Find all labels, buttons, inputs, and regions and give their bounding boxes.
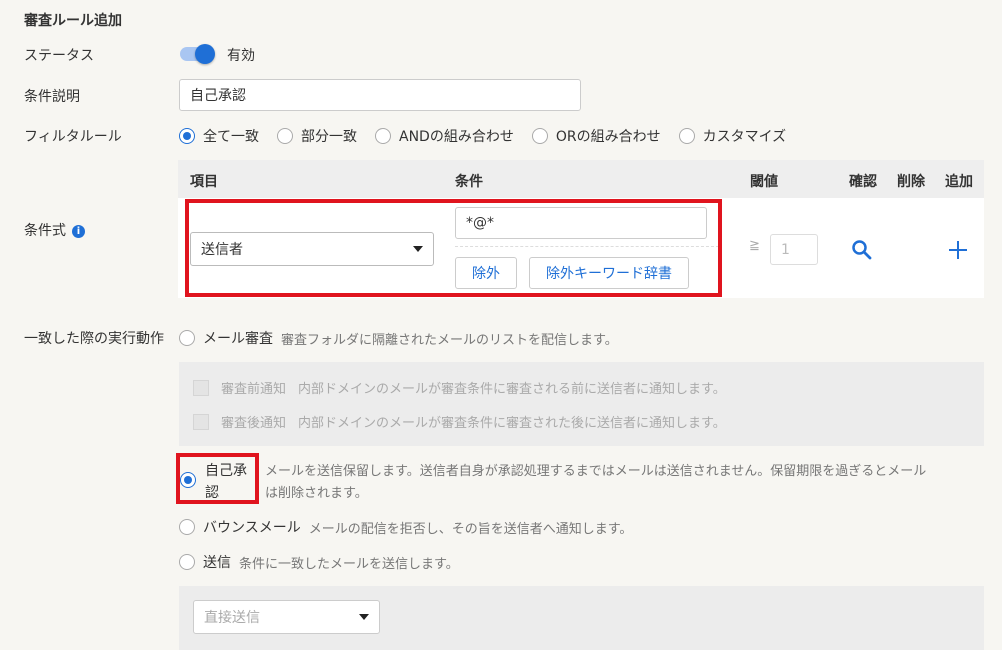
filter-option-custom[interactable]: カスタマイズ (678, 126, 787, 146)
filter-option-label: 全て一致 (203, 129, 259, 145)
mail-review-desc: 審査フォルダに隔離されたメールのリストを配信します。 (281, 332, 618, 348)
radio-icon (179, 519, 195, 535)
pre-notify-title: 審査前通知 (221, 382, 287, 397)
status-value-label: 有効 (227, 48, 255, 64)
self-approve-desc-line1: メールを送信保留します。送信者自身が承認処理するまではメールは送信されません。保… (265, 464, 927, 479)
condition-desc-label: 条件説明 (24, 89, 80, 105)
radio-icon (531, 128, 548, 144)
post-notify-desc: 内部ドメインのメールが審査条件に審査された後に送信者に通知します。 (298, 416, 726, 431)
send-title: 送信 (203, 555, 231, 571)
radio-icon (179, 330, 195, 346)
action-label: 一致した際の実行動作 (24, 331, 164, 347)
status-toggle[interactable] (180, 44, 216, 64)
toggle-knob (195, 44, 215, 64)
send-desc: 条件に一致したメールを送信します。 (239, 556, 459, 572)
header-item: 項目 (190, 174, 218, 190)
expression-label-text: 条件式 (24, 223, 66, 239)
review-rule-form: 審査ルール追加 ステータス 有効 条件説明 自己承認 フィルタルール 全て一致 … (0, 0, 1002, 650)
info-icon[interactable]: i (72, 224, 85, 238)
post-notify-title: 審査後通知 (221, 416, 287, 431)
expression-label: 条件式 i (24, 220, 85, 240)
review-notify-options: 審査前通知 内部ドメインのメールが審査条件に審査される前に送信者に通知します。 … (179, 362, 984, 446)
header-confirm: 確認 (849, 174, 877, 190)
page-title: 審査ルール追加 (24, 13, 122, 29)
filter-option-label: 部分一致 (301, 129, 357, 145)
radio-icon (179, 128, 195, 144)
highlight-box-self-approve (176, 453, 259, 504)
highlight-box-condition-row (185, 199, 722, 297)
filter-option-partial[interactable]: 部分一致 (277, 126, 357, 146)
filter-option-all[interactable]: 全て一致 (179, 126, 259, 146)
chevron-down-icon (359, 614, 369, 620)
radio-icon (375, 128, 391, 144)
plus-icon[interactable] (947, 239, 969, 261)
bounce-desc: メールの配信を拒否し、その旨を送信者へ通知します。 (308, 521, 633, 537)
radio-icon (678, 128, 695, 144)
self-approve-desc: メールを送信保留します。送信者自身が承認処理するまではメールは送信されません。保… (265, 461, 985, 505)
filter-option-label: カスタマイズ (702, 129, 787, 145)
filter-rule-label: フィルタルール (24, 129, 122, 145)
filter-option-label: ORの組み合わせ (555, 129, 661, 145)
send-method-select[interactable]: 直接送信 (193, 600, 380, 634)
condition-desc-value: 自己承認 (190, 88, 246, 104)
header-threshold: 閾値 (750, 174, 778, 190)
expression-table-header: 項目 条件 閾値 確認 削除 追加 (178, 160, 984, 198)
header-add: 追加 (945, 174, 973, 190)
pre-notify-option[interactable]: 審査前通知 内部ドメインのメールが審査条件に審査される前に送信者に通知します。 (193, 378, 726, 397)
header-condition: 条件 (455, 174, 483, 190)
post-notify-option[interactable]: 審査後通知 内部ドメインのメールが審査条件に審査された後に送信者に通知します。 (193, 412, 726, 431)
filter-option-and[interactable]: ANDの組み合わせ (375, 126, 514, 146)
action-send[interactable]: 送信 条件に一致したメールを送信します。 (179, 552, 459, 572)
action-bounce[interactable]: バウンスメール メールの配信を拒否し、その旨を送信者へ通知します。 (179, 517, 632, 537)
self-approve-desc-line2: は削除されます。 (265, 486, 368, 501)
bounce-title: バウンスメール (203, 520, 301, 536)
send-options: 直接送信 (179, 586, 984, 650)
checkbox (193, 379, 209, 396)
action-mail-review[interactable]: メール審査 審査フォルダに隔離されたメールのリストを配信します。 (179, 328, 618, 348)
pre-notify-desc: 内部ドメインのメールが審査条件に審査される前に送信者に通知します。 (298, 382, 726, 397)
filter-option-label: ANDの組み合わせ (399, 129, 514, 145)
threshold-input[interactable]: 1 (770, 234, 818, 265)
threshold-value: 1 (781, 241, 790, 258)
filter-option-or[interactable]: ORの組み合わせ (531, 126, 661, 146)
send-method-placeholder: 直接送信 (204, 610, 260, 626)
search-icon[interactable] (851, 239, 873, 261)
mail-review-title: メール審査 (203, 331, 273, 347)
status-label: ステータス (24, 48, 94, 64)
checkbox (193, 413, 209, 430)
filter-rule-options: 全て一致 部分一致 ANDの組み合わせ ORの組み合わせ カスタマイズ (179, 126, 796, 146)
radio-icon (277, 128, 293, 144)
header-delete: 削除 (897, 174, 925, 190)
radio-icon (179, 554, 195, 570)
condition-desc-input[interactable]: 自己承認 (179, 79, 581, 111)
threshold-sign: ≧ (749, 238, 760, 253)
